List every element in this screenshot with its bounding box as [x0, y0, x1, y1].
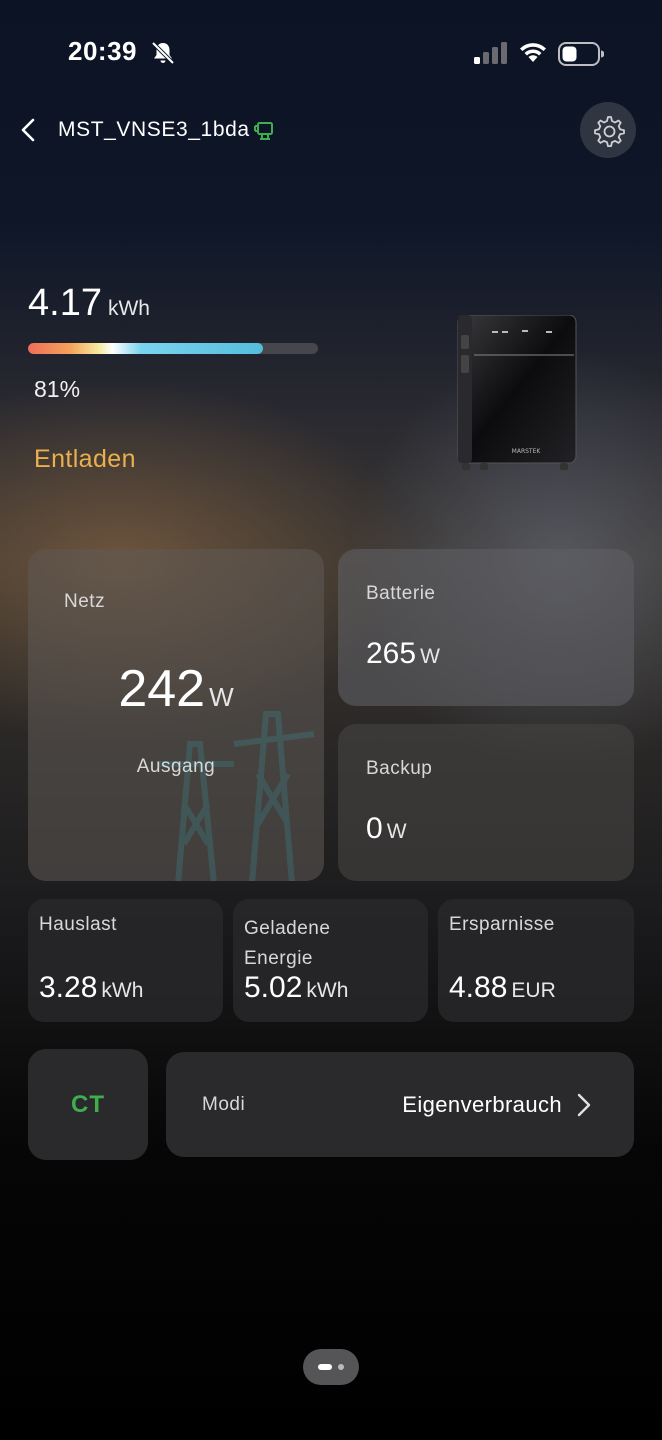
page-indicator[interactable]: [303, 1349, 359, 1385]
soc-percent: 81%: [34, 376, 81, 402]
savings-label: Ersparnisse: [449, 914, 555, 935]
battery-unit: W: [420, 645, 440, 668]
charged-energy-card[interactable]: Geladene Energie 5.02 kWh: [233, 899, 428, 1022]
savings-value: 4.88: [449, 971, 508, 1004]
grid-card[interactable]: Netz 242 W Ausgang: [28, 549, 324, 881]
grid-value: 242: [118, 660, 206, 718]
power-tower-icon: [158, 711, 315, 881]
house-load-card[interactable]: Hauslast 3.28 kWh: [28, 899, 223, 1022]
charged-energy-label-line2: Energie: [244, 948, 313, 969]
page-dot-active: [318, 1364, 332, 1370]
grid-direction: Ausgang: [136, 756, 216, 777]
battery-value: 265: [366, 637, 417, 670]
house-load-unit: kWh: [101, 979, 144, 1002]
backup-power: 0W: [366, 812, 407, 846]
mode-selector[interactable]: Modi Eigenverbrauch: [166, 1052, 634, 1157]
charged-energy-label-line1: Geladene: [244, 918, 331, 939]
grid-power: 242 W: [28, 659, 324, 719]
backup-value: 0: [366, 812, 383, 845]
cellular-signal-icon: [474, 42, 507, 64]
device-brand-text: MARSTEK: [512, 448, 542, 455]
grid-label: Netz: [64, 591, 106, 612]
charged-energy: 5.02 kWh: [244, 971, 348, 1005]
chevron-right-icon: [577, 1093, 591, 1117]
battery-card[interactable]: Batterie 265 W: [338, 549, 634, 706]
mode-value: Eigenverbrauch: [402, 1092, 562, 1117]
house-load-value: 3.28: [39, 971, 98, 1004]
energy-value: 4.17: [28, 282, 102, 324]
energy-unit: kWh: [107, 297, 150, 320]
soc-progress-bar: [28, 343, 318, 354]
page-dot: [338, 1364, 344, 1370]
battery-status: Entladen: [34, 445, 136, 473]
backup-label: Backup: [366, 758, 433, 779]
battery-label: Batterie: [366, 583, 436, 604]
savings-card[interactable]: Ersparnisse 4.88 EUR: [438, 899, 634, 1022]
device-title: MST_VNSE3_1bda: [58, 118, 250, 141]
bell-slash-icon: [151, 41, 175, 65]
house-load-label: Hauslast: [39, 914, 117, 935]
ct-button[interactable]: CT: [28, 1049, 148, 1160]
charged-energy-label: Geladene Energie: [244, 914, 330, 974]
settings-button[interactable]: [580, 102, 636, 158]
ct-meter-icon: [254, 122, 273, 140]
mode-label: Modi: [202, 1094, 246, 1115]
grid-unit: W: [209, 682, 234, 712]
soc-progress-fill: [28, 343, 263, 354]
charged-energy-value: 5.02: [244, 971, 303, 1004]
house-load: 3.28 kWh: [39, 971, 143, 1005]
charged-energy-unit: kWh: [306, 979, 349, 1002]
battery-device-image: MARSTEK: [457, 315, 577, 470]
battery-energy: 4.17 kWh: [28, 282, 150, 325]
gear-icon: [594, 116, 625, 147]
ct-label: CT: [71, 1090, 105, 1118]
chevron-left-icon[interactable]: [18, 116, 40, 144]
status-time: 20:39: [68, 36, 137, 66]
savings-unit: EUR: [511, 979, 556, 1002]
backup-card[interactable]: Backup 0W: [338, 724, 634, 881]
backup-unit: W: [386, 820, 407, 843]
battery-icon: [558, 42, 604, 66]
battery-power: 265 W: [366, 637, 440, 671]
wifi-icon: [520, 43, 546, 62]
savings: 4.88 EUR: [449, 971, 556, 1005]
